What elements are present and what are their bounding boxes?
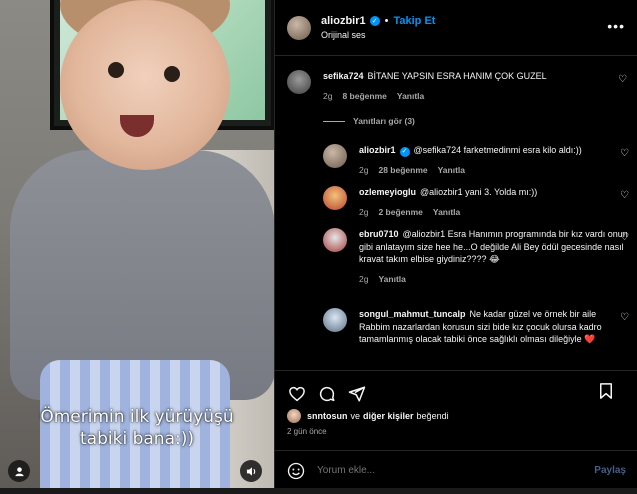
separator-dot: • xyxy=(384,15,389,27)
comment-username[interactable]: songul_mahmut_tuncalp xyxy=(359,309,466,319)
avatar[interactable] xyxy=(287,70,311,94)
avatar[interactable] xyxy=(323,186,347,210)
liked-connector: ve xyxy=(350,411,361,421)
speaker-icon[interactable] xyxy=(240,460,262,482)
media-child-head xyxy=(60,0,230,170)
comment-text: @aliozbir1 yani 3. Yolda mı:)) xyxy=(420,187,538,197)
comment-text: BİTANE YAPSIN ESRA HANIM ÇOK GUZEL xyxy=(367,71,547,81)
like-comment-icon[interactable]: ♡ xyxy=(620,232,629,243)
avatar[interactable] xyxy=(287,15,311,40)
comment-username[interactable]: ozlemeyioglu xyxy=(359,187,416,197)
like-icon[interactable] xyxy=(287,384,307,404)
video-caption-line2: tabiki bana:)) xyxy=(80,429,194,449)
comment-username[interactable]: sefika724 xyxy=(323,71,364,81)
comment-text: @sefika724 farketmedinmi esra kilo aldı:… xyxy=(413,145,582,155)
like-comment-icon[interactable]: ♡ xyxy=(620,190,629,201)
comment-likes[interactable]: 2 beğenme xyxy=(378,207,422,217)
media-child-eye xyxy=(164,66,180,82)
view-replies-button[interactable]: Yanıtları gör (3) xyxy=(323,116,415,126)
likes-summary: snntosun ve diğer kişiler beğendi xyxy=(275,407,637,423)
audio-label[interactable]: Orijinal ses xyxy=(321,30,435,40)
reply-button[interactable]: Yanıtla xyxy=(438,165,465,175)
liked-by-others[interactable]: diğer kişiler xyxy=(363,411,414,421)
reply-button[interactable]: Yanıtla xyxy=(378,274,405,284)
post-actions: snntosun ve diğer kişiler beğendi 2 gün … xyxy=(275,370,637,450)
comment-time[interactable]: 2g xyxy=(359,207,368,217)
verified-icon: ✓ xyxy=(369,16,380,26)
avatar[interactable] xyxy=(287,409,301,423)
post-header: aliozbir1 ✓ • Takip Et Orijinal ses ••• xyxy=(275,0,637,56)
more-options-icon[interactable]: ••• xyxy=(607,18,625,34)
like-comment-icon[interactable]: ♡ xyxy=(618,74,627,85)
emoji-icon[interactable] xyxy=(287,462,305,480)
view-replies-label: Yanıtları gör (3) xyxy=(353,116,415,126)
comment-username[interactable]: ebru0710 xyxy=(359,229,399,239)
comment-username[interactable]: aliozbir1 xyxy=(359,145,396,155)
verified-icon: ✓ xyxy=(399,147,410,158)
comment-item: sefika724 BİTANE YAPSIN ESRA HANIM ÇOK GU… xyxy=(287,70,627,102)
post-media[interactable]: Ömerimin ilk yürüyüşü tabiki bana:)) xyxy=(0,0,274,494)
reply-button[interactable]: Yanıtla xyxy=(433,207,460,217)
comment-input[interactable] xyxy=(317,465,595,476)
video-caption-line1: Ömerimin ilk yürüyüşü xyxy=(40,407,234,427)
reply-item: aliozbir1 ✓ @sefika724 farketmedinmi esra … xyxy=(323,144,629,177)
post-comment-button[interactable]: Paylaş xyxy=(594,465,626,476)
reply-button[interactable]: Yanıtla xyxy=(397,91,424,101)
comment-likes[interactable]: 28 beğenme xyxy=(378,165,427,175)
comment-icon[interactable] xyxy=(317,384,337,404)
avatar[interactable] xyxy=(323,144,347,168)
bookmark-icon[interactable] xyxy=(596,381,616,401)
comment-time[interactable]: 2g xyxy=(359,165,368,175)
like-comment-icon[interactable]: ♡ xyxy=(620,148,629,159)
comment-time[interactable]: 2g xyxy=(359,274,368,284)
liked-by-username[interactable]: snntosun xyxy=(307,411,348,421)
post-time[interactable]: 2 gün önce xyxy=(275,423,637,436)
reply-item: ozlemeyioglu @aliozbir1 yani 3. Yolda mı:… xyxy=(323,186,629,218)
avatar[interactable] xyxy=(323,228,347,252)
comment-text: @aliozbir1 Esra Hanımın programında bir … xyxy=(359,229,628,264)
follow-button[interactable]: Takip Et xyxy=(393,15,435,27)
comment-composer: Paylaş xyxy=(275,450,637,490)
comments-list: sefika724 BİTANE YAPSIN ESRA HANIM ÇOK GU… xyxy=(275,56,637,370)
reply-item: ebru0710 @aliozbir1 Esra Hanımın programı… xyxy=(323,228,629,285)
comment-time[interactable]: 2g xyxy=(323,91,332,101)
like-comment-icon[interactable]: ♡ xyxy=(620,312,629,323)
liked-suffix: beğendi xyxy=(416,411,449,421)
video-caption: Ömerimin ilk yürüyüşü tabiki bana:)) xyxy=(0,406,274,450)
avatar[interactable] xyxy=(323,308,347,332)
user-icon[interactable] xyxy=(8,460,30,482)
share-icon[interactable] xyxy=(347,384,367,404)
comment-likes[interactable]: 8 beğenme xyxy=(342,91,386,101)
media-child-eye xyxy=(108,62,124,78)
bottom-strip xyxy=(0,488,637,494)
post-panel: aliozbir1 ✓ • Takip Et Orijinal ses ••• … xyxy=(274,0,637,494)
reply-item: songul_mahmut_tuncalp Ne kadar güzel ve ö… xyxy=(323,308,629,346)
author-username[interactable]: aliozbir1 xyxy=(321,15,366,27)
